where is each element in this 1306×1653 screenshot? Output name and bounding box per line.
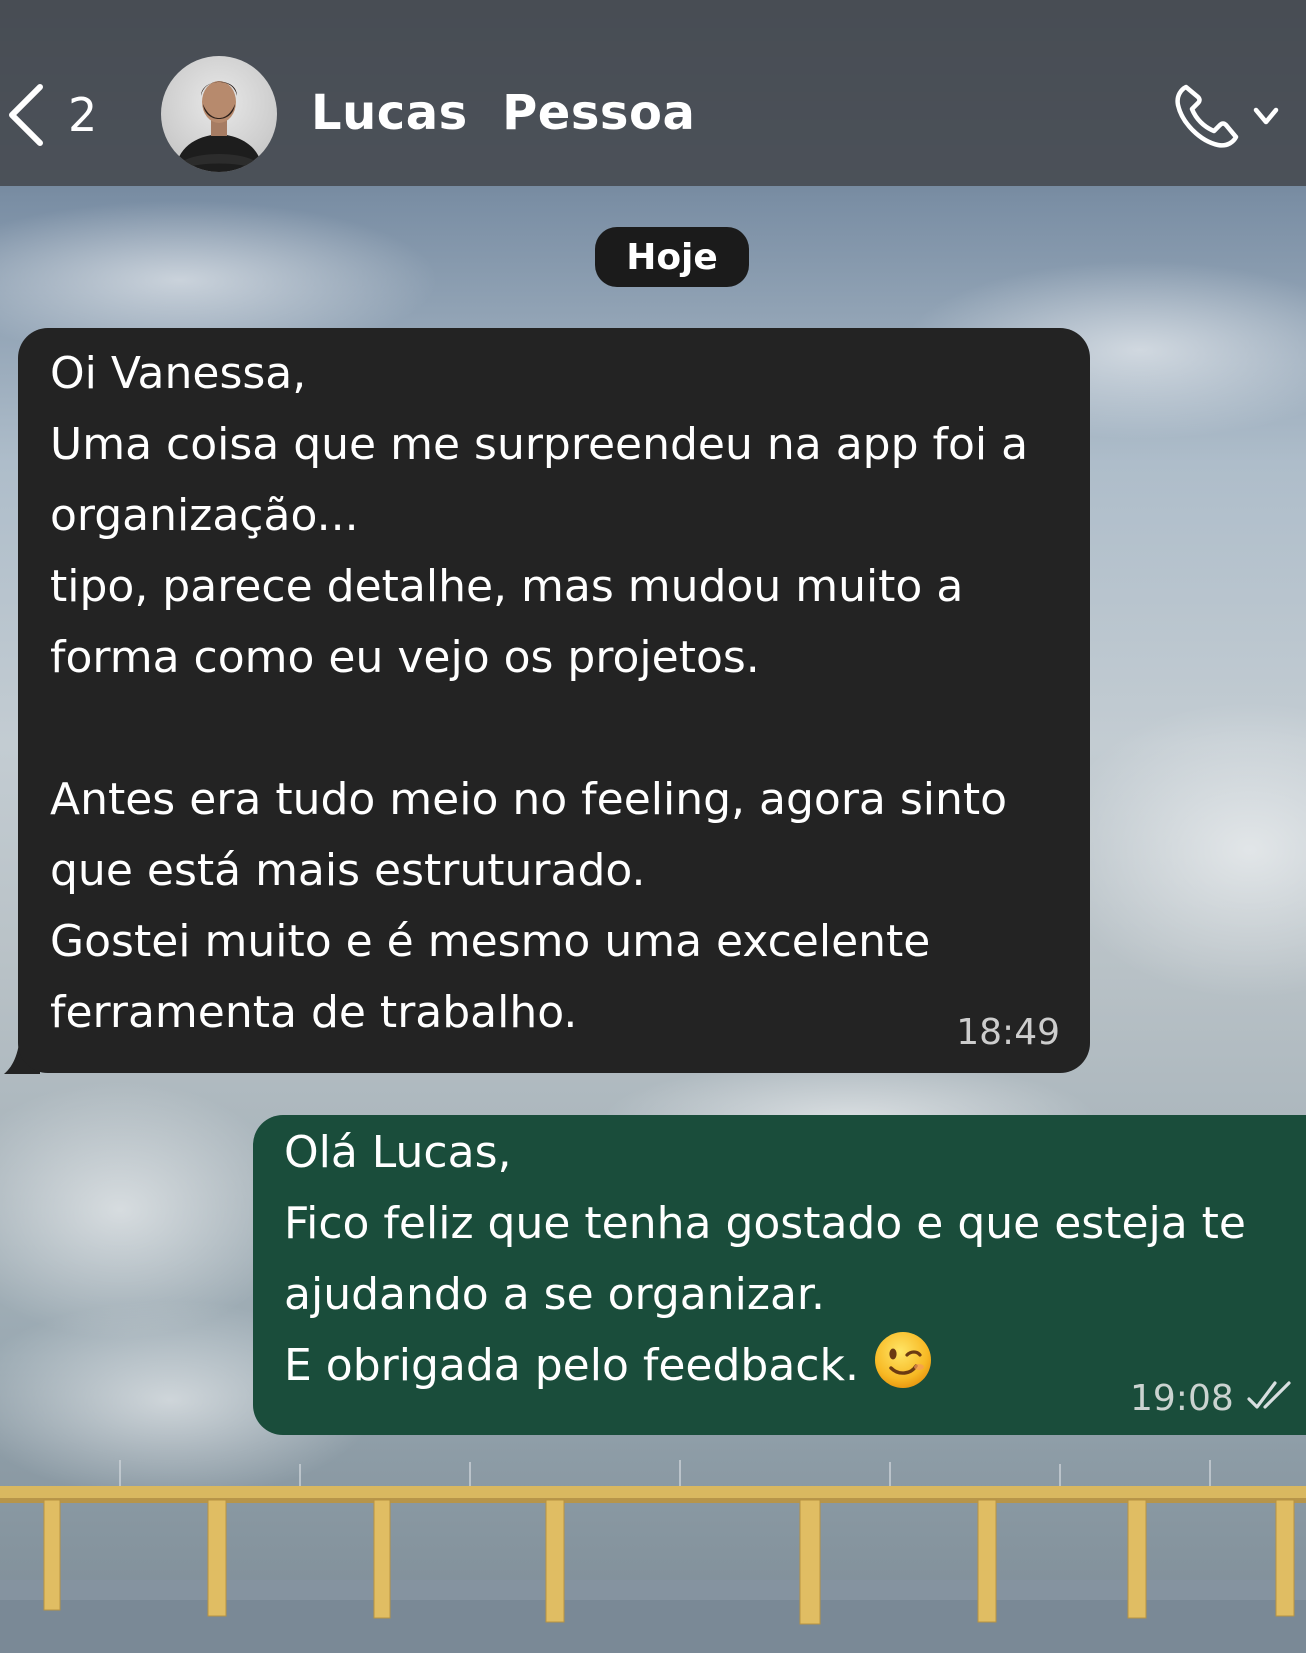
message-time: 18:49 — [956, 1012, 1060, 1053]
chat-screen: 2 Lucas Pessoa Hoje Oi Vanessa, Uma cois… — [0, 0, 1306, 1653]
message-time: 19:08 — [1130, 1378, 1234, 1419]
contact-name[interactable]: Lucas Pessoa — [311, 85, 695, 141]
double-check-icon — [1247, 1381, 1291, 1409]
message-text: Oi Vanessa, Uma coisa que me surpreendeu… — [50, 348, 1029, 1038]
avatar[interactable] — [161, 56, 277, 172]
phone-icon — [1175, 84, 1239, 148]
contact-photo — [175, 81, 263, 172]
back-button[interactable]: 2 — [6, 80, 116, 150]
chevron-down-icon[interactable] — [1246, 96, 1286, 136]
message-text-content: Olá Lucas, Fico feliz que tenha gostado … — [284, 1127, 1247, 1391]
date-divider: Hoje — [595, 227, 749, 287]
incoming-message-bubble[interactable]: Oi Vanessa, Uma coisa que me surpreendeu… — [18, 328, 1090, 1073]
background-bridge — [0, 1460, 1306, 1653]
winking-face-emoji — [874, 1332, 931, 1388]
chevron-left-icon — [9, 84, 43, 146]
message-text: Olá Lucas, Fico feliz que tenha gostado … — [284, 1117, 1294, 1401]
call-button[interactable] — [1172, 76, 1294, 156]
unread-count: 2 — [68, 88, 98, 142]
outgoing-message-bubble[interactable]: Olá Lucas, Fico feliz que tenha gostado … — [253, 1115, 1306, 1435]
chat-header: 2 Lucas Pessoa — [0, 0, 1306, 186]
